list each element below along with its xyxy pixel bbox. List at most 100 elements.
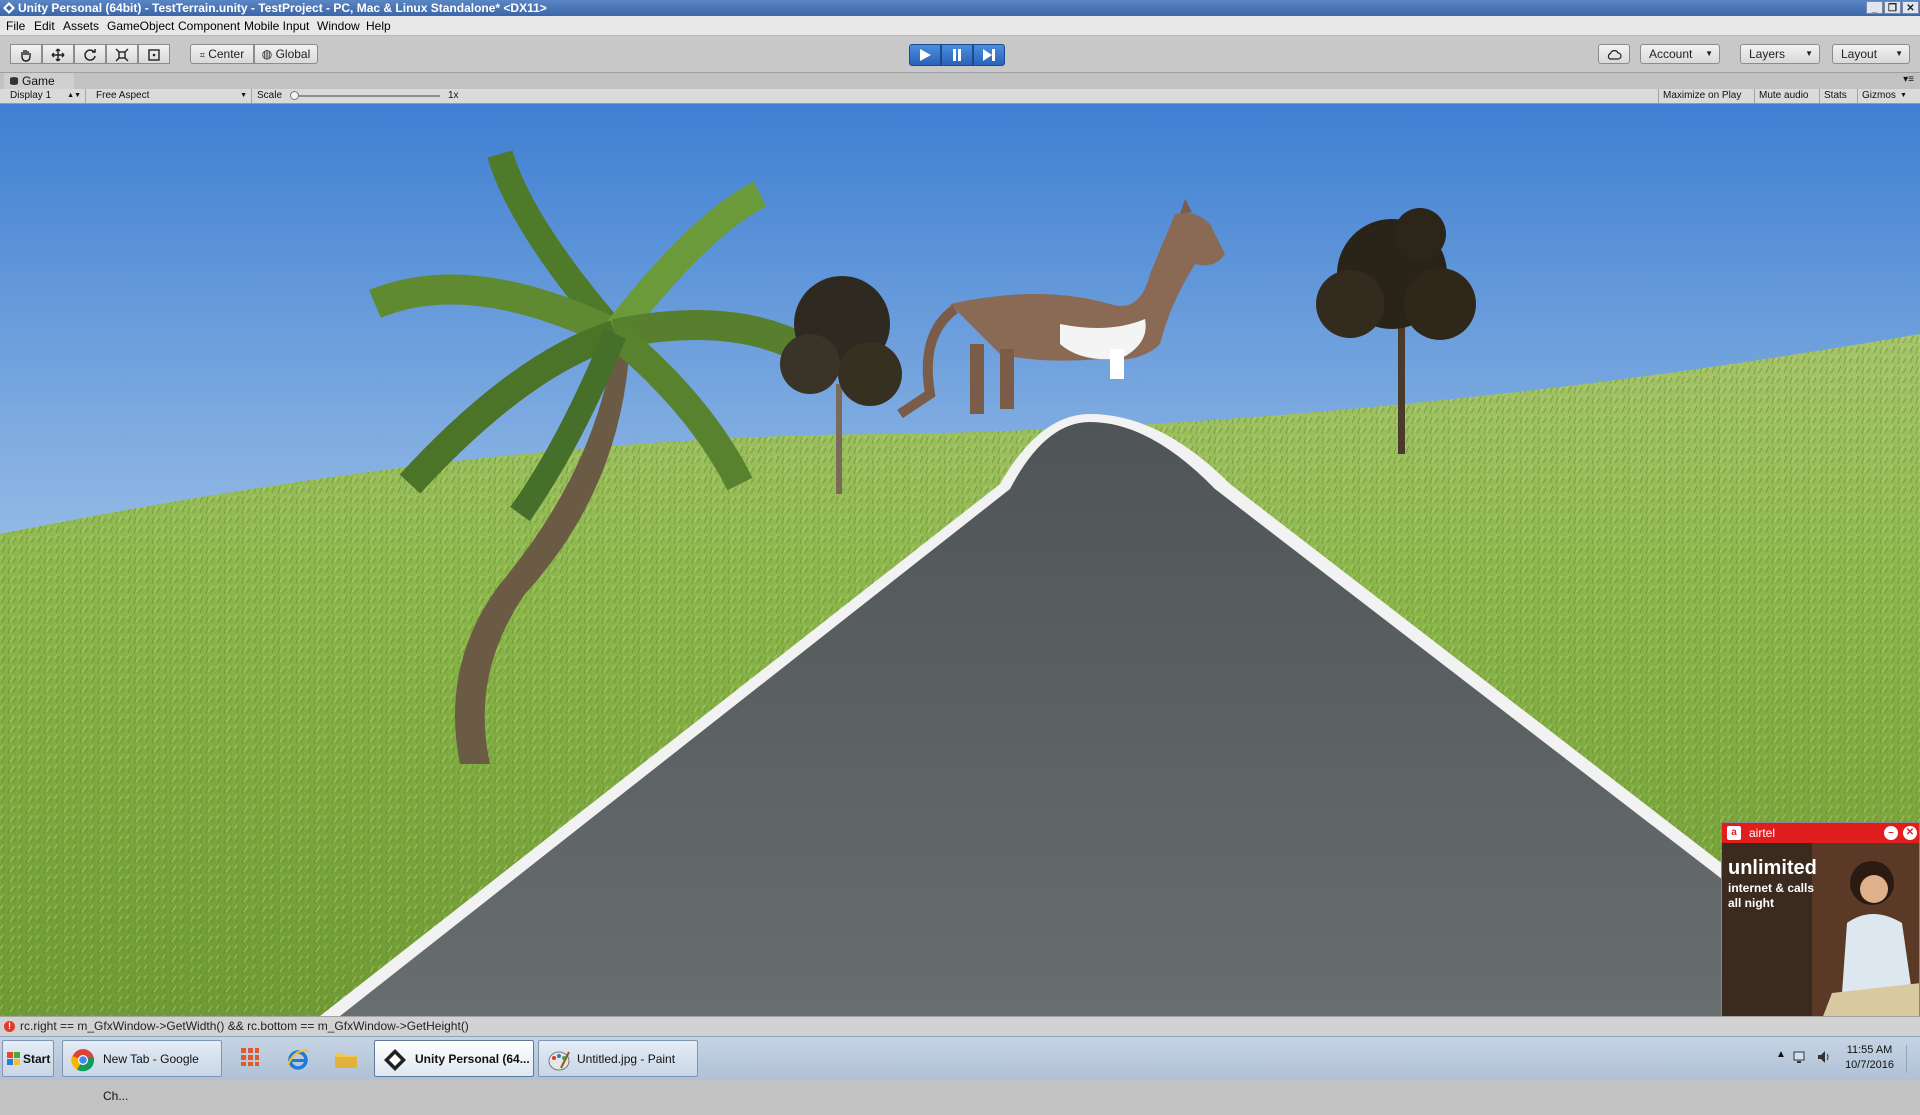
layout-label: Layout: [1841, 47, 1878, 61]
scale-slider-track[interactable]: [292, 95, 440, 97]
display-label: Display 1: [10, 90, 52, 101]
taskbar-item-paint[interactable]: Untitled.jpg - Paint: [538, 1040, 698, 1077]
pause-icon: [953, 49, 961, 61]
taskbar-item-unity[interactable]: Unity Personal (64...: [374, 1040, 534, 1077]
title-bar: Unity Personal (64bit) - TestTerrain.uni…: [0, 0, 1920, 16]
close-button[interactable]: ✕: [1902, 1, 1919, 14]
aspect-dropdown[interactable]: Free Aspect ▼: [88, 89, 252, 103]
error-icon: !: [4, 1021, 15, 1032]
move-tool-button[interactable]: [42, 44, 74, 64]
game-scene: [0, 104, 1920, 1016]
system-clock[interactable]: 11:55 AM 10/7/2016: [1845, 1043, 1894, 1073]
ad-headline: unlimited: [1728, 857, 1817, 879]
menu-assets[interactable]: Assets: [63, 19, 99, 33]
clock-date: 10/7/2016: [1845, 1059, 1894, 1071]
hand-tool-icon: [21, 49, 31, 62]
pivot-icon: ⌗: [199, 50, 205, 60]
tab-menu-icon[interactable]: ▾≡: [1903, 74, 1914, 85]
taskbar-ie-button[interactable]: [280, 1040, 316, 1077]
gizmos-dropdown[interactable]: Gizmos ▼: [1857, 89, 1910, 103]
globe-icon: ◍: [261, 47, 273, 61]
ad-person-image: [1812, 843, 1919, 1017]
cloud-button[interactable]: [1598, 44, 1630, 64]
play-icon: [920, 49, 931, 61]
pause-button[interactable]: [941, 44, 973, 66]
layers-label: Layers: [1749, 47, 1786, 61]
ad-minimize-button[interactable]: –: [1884, 826, 1898, 840]
scale-value: 1x: [448, 90, 459, 101]
layout-dropdown[interactable]: Layout ▼: [1832, 44, 1910, 64]
menu-mobile-input[interactable]: Mobile Input: [244, 19, 309, 33]
mute-audio-toggle[interactable]: Mute audio: [1754, 89, 1812, 103]
play-button[interactable]: [909, 44, 941, 66]
menu-component[interactable]: Component: [178, 19, 240, 33]
account-dropdown[interactable]: Account ▼: [1640, 44, 1720, 64]
unity-icon: [3, 2, 15, 14]
chevron-down-icon: ▼: [1899, 92, 1907, 99]
game-controller-icon: [10, 77, 18, 85]
ad-brand: airtel: [1749, 826, 1776, 840]
menu-window[interactable]: Window: [317, 19, 360, 33]
folder-icon: [335, 1053, 357, 1068]
stats-toggle[interactable]: Stats: [1819, 89, 1851, 103]
window-title: Unity Personal (64bit) - TestTerrain.uni…: [18, 1, 547, 15]
scale-tool-button[interactable]: [106, 44, 138, 64]
maximize-on-play-toggle[interactable]: Maximize on Play: [1658, 89, 1745, 103]
game-tab-label: Game: [22, 74, 55, 88]
volume-icon[interactable]: [1816, 1049, 1832, 1065]
menu-gameobject[interactable]: GameObject: [107, 19, 174, 33]
console-status-bar[interactable]: ! rc.right == m_GfxWindow->GetWidth() &&…: [0, 1016, 1920, 1036]
game-view-options: Display 1 ▲▼ Free Aspect ▼ Scale 1x Maxi…: [0, 89, 1920, 104]
scale-tool-icon: [115, 48, 129, 62]
cloud-icon: [1607, 49, 1622, 60]
pivot-label: Center: [208, 47, 245, 61]
game-tab-bar: Game ▾≡: [0, 73, 1920, 89]
pivot-global-button[interactable]: ◍ Global: [254, 44, 318, 64]
tab-game[interactable]: Game: [4, 73, 74, 89]
hand-tool-button[interactable]: [10, 44, 42, 64]
taskbar-item-label: New Tab - Google Ch...: [103, 1052, 199, 1103]
taskbar: Start New Tab - Google Ch... Unity Perso…: [0, 1036, 1920, 1103]
space-label: Global: [275, 47, 311, 61]
chevron-down-icon: ▼: [1705, 49, 1713, 58]
scale-label: Scale: [257, 90, 283, 101]
internet-explorer-icon: [287, 1049, 309, 1070]
windows-logo-icon: [7, 1052, 20, 1065]
taskbar-item-chrome[interactable]: New Tab - Google Ch...: [62, 1040, 222, 1103]
aspect-label: Free Aspect: [96, 90, 150, 101]
step-button[interactable]: [973, 44, 1005, 66]
step-icon: [983, 49, 995, 61]
rotate-tool-icon: [84, 48, 96, 61]
rect-tool-button[interactable]: [138, 44, 170, 64]
ad-line-1: internet & calls: [1728, 881, 1815, 895]
unity-icon: [384, 1049, 406, 1071]
menu-help[interactable]: Help: [366, 19, 391, 33]
rotate-tool-button[interactable]: [74, 44, 106, 64]
menu-bar: File Edit Assets GameObject Component Mo…: [0, 16, 1920, 36]
show-desktop-button[interactable]: [1906, 1045, 1919, 1073]
main-toolbar: ⌗ Center ◍ Global Account ▼ Layers ▼ Lay…: [0, 36, 1920, 73]
rect-tool-icon: [148, 49, 160, 61]
chrome-icon: [71, 1049, 95, 1072]
airtel-ad-popup[interactable]: a airtel – ✕ unlimited internet & calls …: [1721, 822, 1920, 1018]
minimize-button[interactable]: _: [1866, 1, 1883, 14]
menu-edit[interactable]: Edit: [34, 19, 55, 33]
ad-close-button[interactable]: ✕: [1903, 826, 1917, 840]
display-dropdown[interactable]: Display 1 ▲▼: [2, 89, 86, 103]
taskbar-apps-button[interactable]: [232, 1040, 268, 1077]
game-viewport[interactable]: [0, 104, 1920, 1016]
restore-button[interactable]: ❐: [1884, 1, 1901, 14]
ad-line-2: all night: [1728, 896, 1774, 910]
show-hidden-icons-icon[interactable]: ▲: [1776, 1049, 1786, 1060]
taskbar-item-label: Untitled.jpg - Paint: [577, 1052, 676, 1066]
network-icon[interactable]: [1792, 1049, 1808, 1065]
chevron-down-icon: ▼: [1805, 49, 1813, 58]
airtel-logo-icon: a: [1727, 826, 1741, 840]
start-button[interactable]: Start: [2, 1040, 54, 1077]
apps-grid-icon: [241, 1048, 259, 1066]
menu-file[interactable]: File: [6, 19, 25, 33]
layers-dropdown[interactable]: Layers ▼: [1740, 44, 1820, 64]
pivot-center-button[interactable]: ⌗ Center: [190, 44, 254, 64]
scale-slider-thumb[interactable]: [290, 91, 299, 100]
taskbar-explorer-button[interactable]: [328, 1040, 364, 1077]
